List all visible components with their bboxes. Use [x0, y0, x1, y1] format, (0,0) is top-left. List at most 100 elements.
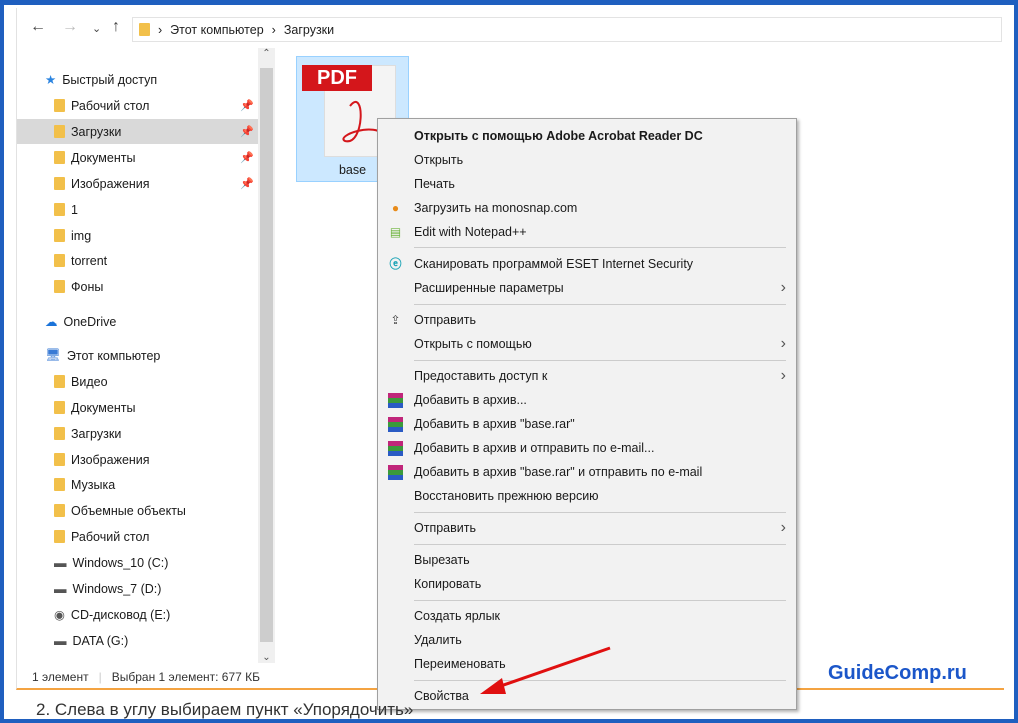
folder-icon	[54, 280, 65, 293]
folder-icon	[54, 99, 65, 112]
pdf-badge: PDF	[302, 65, 372, 91]
menu-monosnap[interactable]: ● Загрузить на monosnap.com	[378, 196, 796, 220]
chevron-icon: ›	[271, 22, 276, 37]
menu-advanced[interactable]: Расширенные параметры ›	[378, 276, 796, 300]
chevron-icon: ›	[158, 22, 163, 37]
nav-item[interactable]: Загрузки 📌	[17, 119, 258, 144]
forward-button[interactable]: →	[62, 18, 78, 36]
nav-item[interactable]: Объемные объекты	[17, 498, 258, 523]
folder-icon	[54, 125, 65, 138]
back-button[interactable]: ←	[30, 18, 46, 36]
chevron-right-icon: ›	[780, 335, 786, 352]
guidecomp-watermark: GuideComp.ru	[828, 662, 967, 684]
nav-item[interactable]: Документы	[17, 395, 258, 420]
winrar-icon	[388, 465, 403, 480]
pin-icon: 📌	[240, 126, 254, 138]
nav-item[interactable]: img	[17, 223, 258, 248]
folder-icon	[54, 427, 65, 440]
pin-icon: 📌	[240, 152, 254, 164]
nav-quick-access[interactable]: ★ Быстрый доступ	[17, 67, 258, 92]
recent-dropdown[interactable]: ⌄	[92, 22, 101, 35]
monosnap-icon: ●	[391, 201, 400, 215]
nav-item[interactable]: Документы 📌	[17, 145, 258, 170]
nav-item[interactable]: Рабочий стол 📌	[17, 93, 258, 118]
folder-icon	[54, 151, 65, 164]
nav-this-pc[interactable]: 🖥 Этот компьютер	[17, 343, 258, 368]
menu-open-with-acrobat[interactable]: Открыть с помощью Adobe Acrobat Reader D…	[378, 124, 796, 148]
menu-open-with[interactable]: Открыть с помощью ›	[378, 332, 796, 356]
nav-item[interactable]: Видео	[17, 369, 258, 394]
navigation-pane: ★ Быстрый доступ Рабочий стол 📌 Загрузки 📌 …	[17, 48, 258, 658]
notepadpp-icon: ▤	[389, 225, 402, 239]
downloads-folder-icon	[139, 23, 150, 36]
scroll-up-icon[interactable]: ⌃	[258, 48, 275, 59]
menu-cut[interactable]: Вырезать	[378, 548, 796, 572]
folder-icon	[54, 254, 65, 267]
folder-icon	[54, 375, 65, 388]
caption-text: 2. Слева в углу выбираем пункт «Упорядоч…	[36, 700, 414, 719]
nav-onedrive[interactable]: ☁ OneDrive	[17, 309, 258, 334]
red-arrow-annotation	[480, 646, 611, 694]
winrar-icon	[388, 393, 403, 408]
folder-icon	[54, 203, 65, 216]
menu-notepadpp[interactable]: ▤ Edit with Notepad++	[378, 220, 796, 244]
status-bar: 1 элемент | Выбран 1 элемент: 677 КБ	[32, 670, 261, 684]
scroll-thumb[interactable]	[260, 68, 273, 642]
menu-eset-scan[interactable]: ⓔ Сканировать программой ESET Internet Se…	[378, 252, 796, 276]
context-menu: Открыть с помощью Adobe Acrobat Reader D…	[377, 118, 797, 710]
menu-create-shortcut[interactable]: Создать ярлык	[378, 604, 796, 628]
cd-drive-icon: ◉	[54, 608, 65, 622]
menu-share[interactable]: ⇪ Отправить	[378, 308, 796, 332]
folder-icon	[54, 478, 65, 491]
folder-icon	[54, 530, 65, 543]
pin-icon: 📌	[240, 178, 254, 190]
drive-icon: ▬	[54, 581, 67, 596]
nav-item[interactable]: Изображения	[17, 447, 258, 472]
folder-icon	[54, 177, 65, 190]
address-bar[interactable]: › Этот компьютер › Загрузки	[132, 17, 1002, 42]
star-icon: ★	[45, 73, 57, 87]
breadcrumb-downloads[interactable]: Загрузки	[284, 23, 334, 37]
menu-print[interactable]: Печать	[378, 172, 796, 196]
folder-icon	[54, 453, 65, 466]
nav-item[interactable]: Музыка	[17, 472, 258, 497]
chevron-right-icon: ›	[780, 279, 786, 296]
nav-item[interactable]: ▬ Windows_7 (D:)	[17, 576, 258, 601]
scroll-down-icon[interactable]: ⌄	[258, 652, 275, 663]
nav-item[interactable]: Изображения 📌	[17, 171, 258, 196]
nav-item[interactable]: Фоны	[17, 274, 258, 299]
menu-add-archive-email[interactable]: Добавить в архив и отправить по e-mail..…	[378, 436, 796, 460]
share-icon: ⇪	[390, 313, 401, 327]
menu-add-archive[interactable]: Добавить в архив...	[378, 388, 796, 412]
chevron-right-icon: ›	[780, 367, 786, 384]
folder-icon	[54, 229, 65, 242]
nav-item[interactable]: torrent	[17, 248, 258, 273]
nav-item[interactable]: ▬ Windows_10 (C:)	[17, 550, 258, 575]
nav-scrollbar[interactable]: ⌃ ⌄	[258, 48, 275, 663]
breadcrumb-this-pc[interactable]: Этот компьютер	[170, 23, 263, 37]
cloud-icon: ☁	[45, 315, 58, 329]
folder-icon	[54, 504, 65, 517]
nav-item[interactable]: ◉ CD-дисковод (E:)	[17, 602, 258, 627]
nav-item[interactable]: ▬ DATA (G:)	[17, 628, 258, 653]
pin-icon: 📌	[240, 100, 254, 112]
nav-item[interactable]: 1	[17, 197, 258, 222]
drive-icon: ▬	[54, 555, 67, 570]
menu-give-access[interactable]: Предоставить доступ к ›	[378, 364, 796, 388]
winrar-icon	[388, 441, 403, 456]
up-button[interactable]: ↑	[112, 18, 120, 36]
chevron-right-icon: ›	[780, 519, 786, 536]
drive-icon: ▬	[54, 633, 67, 648]
winrar-icon	[388, 417, 403, 432]
menu-restore-version[interactable]: Восстановить прежнюю версию	[378, 484, 796, 508]
computer-icon: 🖥	[45, 348, 61, 362]
folder-icon	[54, 401, 65, 414]
menu-open[interactable]: Открыть	[378, 148, 796, 172]
menu-copy[interactable]: Копировать	[378, 572, 796, 596]
menu-send-to[interactable]: Отправить ›	[378, 516, 796, 540]
eset-icon: ⓔ	[389, 257, 402, 271]
nav-item[interactable]: Рабочий стол	[17, 524, 258, 549]
menu-add-base-rar[interactable]: Добавить в архив "base.rar"	[378, 412, 796, 436]
nav-item[interactable]: Загрузки	[17, 421, 258, 446]
menu-add-base-rar-email[interactable]: Добавить в архив "base.rar" и отправить …	[378, 460, 796, 484]
